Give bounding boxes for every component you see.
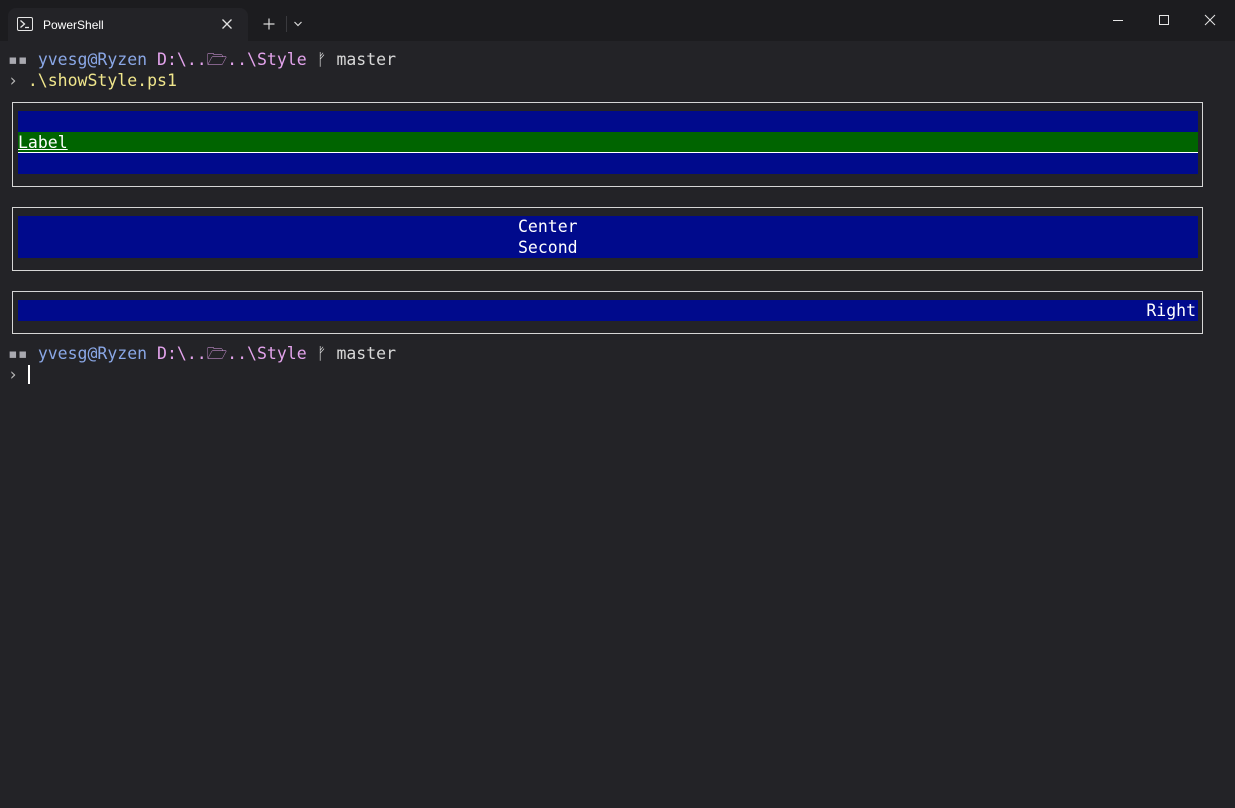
command-line: › .\showStyle.ps1 [8,70,177,91]
terminal-content[interactable]: ▪▪ yvesg@Ryzen D:\..🗁..\Style ᚠ master ›… [0,41,1235,808]
prompt-branch: master [336,50,397,69]
close-tab-icon[interactable] [219,16,235,32]
chevron-down-icon[interactable] [292,18,304,30]
prompt-line-2: ▪▪ yvesg@Ryzen D:\..🗁..\Style ᚠ master [8,343,396,364]
bar-blue-bottom [18,153,1198,174]
bar-center-1: Center [18,216,1198,237]
git-branch-icon: ᚠ [316,50,327,69]
style-box-right: Right [12,291,1203,334]
prompt-path-prefix: D:\.. [157,50,207,69]
prompt-path-suffix: ..\Style [227,344,307,363]
bar-right: Right [18,300,1198,321]
maximize-button[interactable] [1154,10,1174,30]
folder-icon: 🗁 [206,344,228,363]
right-text: Right [1146,301,1196,320]
prompt-glyph: ▪▪ [8,50,28,69]
prompt-line: ▪▪ yvesg@Ryzen D:\..🗁..\Style ᚠ master [8,49,396,70]
prompt-user: yvesg@Ryzen [37,344,148,363]
style-box-label: Label [12,102,1203,187]
title-bar: PowerShell [0,0,1235,41]
git-branch-icon: ᚠ [316,344,327,363]
chevron-right-icon: › [8,71,18,90]
minimize-button[interactable] [1108,10,1128,30]
style-box-center: Center Second [12,207,1203,271]
text-cursor [28,365,30,384]
label-text: Label [18,133,68,152]
chevron-right-icon: › [8,365,18,384]
prompt-path-prefix: D:\.. [157,344,207,363]
bar-center-2: Second [18,237,1198,258]
close-icon [1204,14,1216,26]
tab-separator [286,16,287,32]
input-line[interactable]: › [8,364,18,385]
maximize-icon [1159,15,1169,25]
prompt-user: yvesg@Ryzen [37,50,148,69]
second-text: Second [518,238,578,257]
prompt-branch: master [336,344,397,363]
bar-green-label: Label [18,132,1198,153]
powershell-icon [17,17,33,31]
terminal-window: PowerShell ▪▪ yvesg@Ryzen D:\..🗁..\Style… [0,0,1235,808]
prompt-glyph: ▪▪ [8,344,28,363]
minimize-icon [1113,20,1123,21]
plus-icon[interactable] [260,15,278,33]
command-text: .\showStyle.ps1 [27,71,177,90]
folder-icon: 🗁 [206,50,228,69]
center-text: Center [518,217,578,236]
bar-blue-top [18,111,1198,132]
tab-title: PowerShell [43,18,104,32]
tab-powershell[interactable]: PowerShell [8,8,248,41]
close-window-button[interactable] [1200,10,1220,30]
prompt-path-suffix: ..\Style [227,50,307,69]
